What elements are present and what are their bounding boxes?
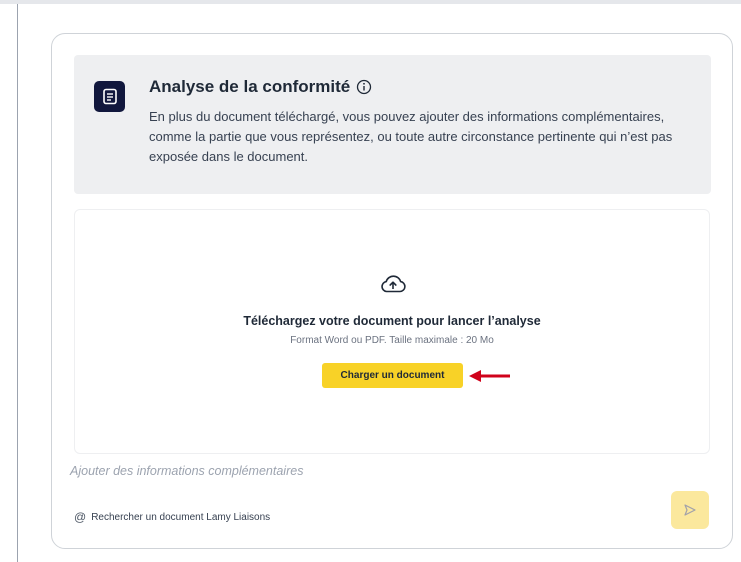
window-left-edge [17, 4, 18, 562]
upload-document-button[interactable]: Charger un document [322, 363, 463, 388]
title-text: Analyse de la conformité [149, 77, 351, 96]
page-title: Analyse de la conformité [149, 77, 372, 97]
upload-dropzone[interactable]: Téléchargez votre document pour lancer l… [74, 209, 710, 454]
compliance-analysis-card: Analyse de la conformité En plus du docu… [51, 33, 733, 549]
red-arrow-icon [469, 370, 510, 382]
send-icon [684, 504, 696, 516]
window-top-edge [0, 0, 741, 4]
additional-info-input[interactable]: Ajouter des informations complémentaires [70, 464, 303, 478]
send-button[interactable] [671, 491, 709, 529]
at-sign-icon: @ [74, 510, 87, 524]
upload-format-hint: Format Word ou PDF. Taille maximale : 20… [290, 335, 494, 346]
document-icon [94, 81, 125, 112]
info-panel: Analyse de la conformité En plus du docu… [74, 55, 711, 194]
search-lamy-document-link[interactable]: @ Rechercher un document Lamy Liaisons [74, 510, 270, 524]
upload-title: Téléchargez votre document pour lancer l… [243, 314, 541, 328]
search-lamy-label: Rechercher un document Lamy Liaisons [91, 511, 271, 523]
info-circle-icon[interactable] [356, 79, 372, 95]
info-description: En plus du document téléchargé, vous pou… [149, 109, 673, 164]
cloud-upload-icon [381, 275, 406, 293]
